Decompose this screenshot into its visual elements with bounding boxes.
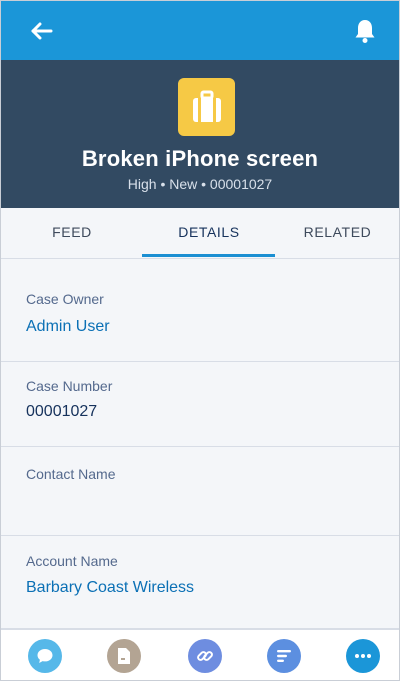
account-name-link[interactable]: Barbary Coast Wireless [26,579,194,597]
field-label: Account Name [26,553,118,569]
post-action-button[interactable] [28,639,62,673]
link-action-button[interactable] [188,639,222,673]
link-icon [197,651,213,661]
more-actions-button[interactable] [346,639,380,673]
case-icon [178,78,235,136]
field-case-number: Case Number 00001027 [1,362,399,447]
active-tab-indicator [142,254,275,257]
field-case-owner: Case Owner Admin User [1,258,399,362]
case-owner-link[interactable]: Admin User [26,318,110,336]
document-icon [118,648,130,664]
record-title: Broken iPhone screen [81,146,319,171]
tab-feed[interactable]: FEED [7,208,137,258]
top-nav-bar [1,1,399,60]
app-frame: Broken iPhone screen High • New • 000010… [0,0,400,681]
case-number-value: 00001027 [26,403,98,420]
field-label: Case Number [26,378,113,394]
more-icon [355,654,371,658]
bell-icon [355,20,375,43]
notifications-button[interactable] [351,16,379,46]
tab-bar: FEED DETAILS RELATED [1,208,399,259]
new-note-action-button[interactable] [107,639,141,673]
field-account-name: Account Name Barbary Coast Wireless [1,536,399,629]
record-subtitle: High • New • 00001027 [127,176,273,192]
tab-related[interactable]: RELATED [276,208,399,258]
briefcase-icon [192,90,221,122]
tab-details[interactable]: DETAILS [143,208,275,258]
field-contact-name: Contact Name [1,447,399,536]
field-label: Case Owner [26,291,104,307]
details-action-button[interactable] [267,639,301,673]
record-header: Broken iPhone screen High • New • 000010… [1,60,399,208]
back-arrow-icon [31,22,53,40]
chat-bubble-icon [37,649,53,663]
back-button[interactable] [27,18,57,44]
field-label: Contact Name [26,466,116,482]
action-bar [1,629,399,680]
lines-icon [277,650,291,662]
